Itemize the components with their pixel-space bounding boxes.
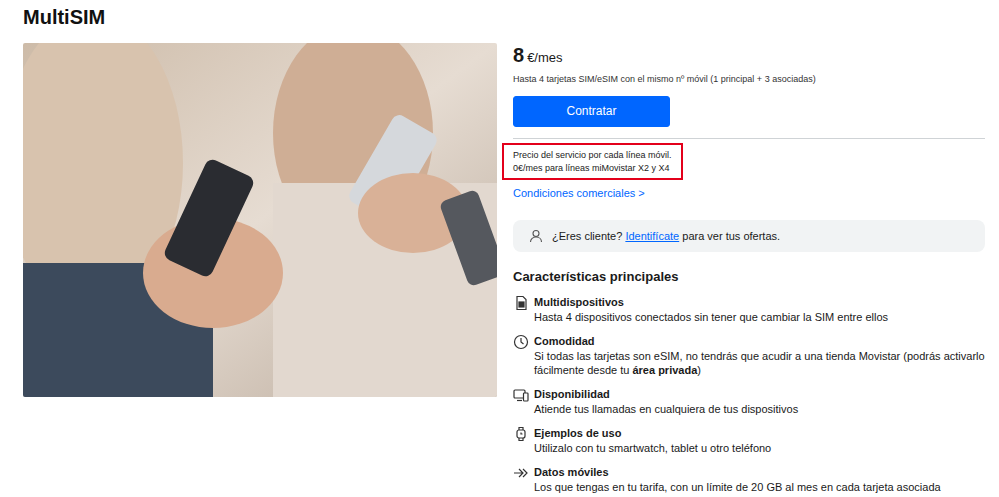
feature-description: Si todas las tarjetas son eSIM, no tendr…	[534, 349, 985, 377]
feature-title: Multidispositivos	[534, 295, 985, 309]
price-note: Hasta 4 tarjetas SIM/eSIM con el mismo n…	[513, 73, 985, 85]
feature-body: Datos móviles Los que tengas en tu tarifa…	[534, 465, 985, 494]
identify-link[interactable]: Identifícate	[625, 230, 679, 242]
feature-body: Comodidad Si todas las tarjetas son eSIM,…	[534, 334, 985, 377]
feature-item: Multidispositivos Hasta 4 dispositivos co…	[513, 295, 985, 324]
page: MultiSIM 8€/mes Hasta 4 tarjetas SIM/eSIM …	[0, 0, 999, 497]
product-details: 8€/mes Hasta 4 tarjetas SIM/eSIM con el m…	[513, 43, 985, 497]
photo-image	[23, 43, 497, 397]
feature-title: Disponibilidad	[534, 387, 985, 401]
pricing-notes: Precio del servicio por cada línea móvil…	[502, 143, 683, 180]
page-title: MultiSIM	[23, 5, 985, 29]
feature-title: Datos móviles	[534, 465, 985, 479]
feature-body: Disponibilidad Atiende tus llamadas en cu…	[534, 387, 985, 416]
pricing-note-line: 0€/mes para líneas miMovistar X2 y X4	[513, 162, 672, 175]
feature-description-part: Si todas las tarjetas son eSIM, no tendr…	[534, 350, 985, 376]
feature-description: Hasta 4 dispositivos conectados sin tene…	[534, 310, 985, 324]
feature-description-part: Atiende tus llamadas en cualquiera de tu…	[534, 403, 798, 415]
feature-item: Comodidad Si todas las tarjetas son eSIM,…	[513, 334, 985, 377]
contract-button[interactable]: Contratar	[513, 96, 670, 127]
feature-item: Datos móviles Los que tengas en tu tarifa…	[513, 465, 985, 494]
feature-description-part: Utilizalo con tu smartwatch, tablet u ot…	[534, 442, 771, 454]
product-photo	[23, 43, 497, 397]
client-question: ¿Eres cliente?	[552, 230, 622, 242]
feature-title: Ejemplos de uso	[534, 426, 985, 440]
data-arrows-icon	[513, 465, 529, 481]
price-amount: 8	[513, 44, 524, 66]
features-title: Características principales	[513, 269, 985, 285]
feature-body: Ejemplos de uso Utilizalo con tu smartwat…	[534, 426, 985, 455]
feature-title: Comodidad	[534, 334, 985, 348]
client-banner-text: ¿Eres cliente? Identifícate para ver tus…	[552, 229, 780, 243]
feature-description-part: Hasta 4 dispositivos conectados sin tene…	[534, 311, 888, 323]
client-banner: ¿Eres cliente? Identifícate para ver tus…	[513, 220, 985, 252]
feature-description: Los que tengas en tu tarifa, con un lími…	[534, 480, 985, 494]
price-unit: €/mes	[527, 50, 562, 65]
divider	[513, 138, 985, 139]
watch-icon	[513, 426, 529, 442]
clock-icon	[513, 334, 529, 350]
feature-description-part: Los que tengas en tu tarifa, con un lími…	[534, 481, 941, 493]
user-icon	[529, 229, 543, 243]
client-rest: para ver tus ofertas.	[682, 230, 780, 242]
feature-description: Utilizalo con tu smartwatch, tablet u ot…	[534, 441, 985, 455]
feature-description: Atiende tus llamadas en cualquiera de tu…	[534, 402, 985, 416]
pricing-note-line: Precio del servicio por cada línea móvil…	[513, 149, 672, 162]
feature-description-part: área privada	[632, 364, 697, 376]
product-section: 8€/mes Hasta 4 tarjetas SIM/eSIM con el m…	[23, 43, 985, 497]
feature-description-part: )	[697, 364, 701, 376]
conditions-link[interactable]: Condiciones comerciales >	[513, 186, 645, 200]
feature-item: Ejemplos de uso Utilizalo con tu smartwat…	[513, 426, 985, 455]
feature-item: Disponibilidad Atiende tus llamadas en cu…	[513, 387, 985, 416]
devices-icon	[513, 387, 529, 403]
sim-card-icon	[513, 295, 529, 311]
feature-body: Multidispositivos Hasta 4 dispositivos co…	[534, 295, 985, 324]
price: 8€/mes	[513, 43, 985, 69]
